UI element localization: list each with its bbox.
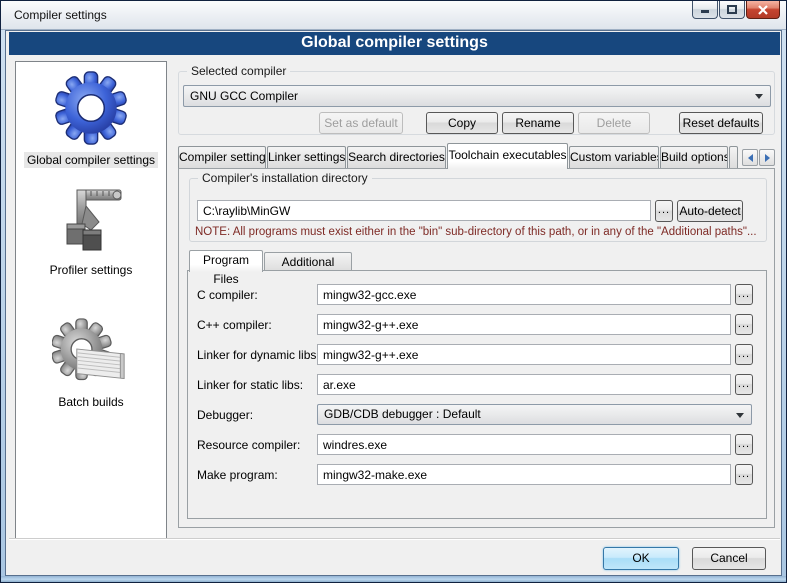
maximize-icon (727, 5, 737, 14)
compiler-select-value: GNU GCC Compiler (190, 89, 298, 103)
sidebar-item-label: Global compiler settings (24, 152, 158, 168)
ok-button[interactable]: OK (603, 547, 679, 570)
cpp-compiler-browse-button[interactable]: ... (735, 314, 753, 335)
linker-static-browse-button[interactable]: ... (735, 374, 753, 395)
sidebar-item-label: Batch builds (55, 394, 126, 410)
footer-divider (9, 538, 780, 540)
tab-search-directories[interactable]: Search directories (347, 146, 446, 169)
debugger-label: Debugger: (197, 408, 253, 422)
window-frame-bottom (1, 576, 786, 582)
page-title: Global compiler settings (9, 32, 780, 55)
arrow-left-icon (748, 154, 753, 162)
minimize-button[interactable] (692, 1, 718, 19)
linker-static-input[interactable] (317, 374, 731, 395)
set-as-default-button[interactable]: Set as default (319, 112, 403, 134)
installation-directory-group-label: Compiler's installation directory (198, 171, 372, 185)
cpp-compiler-label: C++ compiler: (197, 318, 272, 332)
browse-directory-button[interactable]: ... (655, 200, 673, 222)
sidebar-item-global-compiler-settings[interactable]: Global compiler settings (16, 70, 166, 168)
debugger-select-value: GDB/CDB debugger : Default (324, 407, 481, 421)
caliper-icon (55, 182, 127, 256)
rename-button[interactable]: Rename (502, 112, 574, 134)
settings-category-list: Global compiler settings Profiler s (15, 61, 167, 539)
tab-compiler-settings[interactable]: Compiler settings (178, 146, 266, 169)
make-program-input[interactable] (317, 464, 731, 485)
close-button[interactable] (746, 1, 780, 19)
resource-compiler-input[interactable] (317, 434, 731, 455)
gray-gear-stack-icon (52, 318, 130, 388)
tab-custom-variables[interactable]: Custom variables (569, 146, 659, 169)
linker-dynamic-browse-button[interactable]: ... (735, 344, 753, 365)
cpp-compiler-input[interactable] (317, 314, 731, 335)
compiler-select[interactable]: GNU GCC Compiler (183, 85, 771, 107)
tab-scroll-right-button[interactable] (759, 149, 775, 166)
c-compiler-input[interactable] (317, 284, 731, 305)
window-frame-right (782, 30, 786, 582)
chevron-down-icon (755, 94, 763, 99)
tab-build-options[interactable]: Build options (660, 146, 728, 169)
titlebar[interactable]: Compiler settings (1, 1, 786, 30)
sidebar-item-label: Profiler settings (47, 262, 136, 278)
make-program-browse-button[interactable]: ... (735, 464, 753, 485)
window-title: Compiler settings (14, 8, 107, 22)
reset-defaults-button[interactable]: Reset defaults (679, 112, 763, 134)
linker-static-label: Linker for static libs: (197, 378, 303, 392)
window-controls (692, 1, 780, 19)
sidebar-item-profiler-settings[interactable]: Profiler settings (16, 182, 166, 278)
subtab-program-files[interactable]: Program Files (189, 250, 263, 272)
cancel-button[interactable]: Cancel (692, 547, 766, 570)
delete-button[interactable]: Delete (578, 112, 650, 134)
note-text: NOTE: All programs must exist either in … (195, 226, 757, 238)
compiler-settings-dialog: Compiler settings Global compiler settin… (0, 0, 787, 583)
arrow-right-icon (765, 154, 770, 162)
linker-dynamic-label: Linker for dynamic libs: (197, 348, 320, 362)
c-compiler-browse-button[interactable]: ... (735, 284, 753, 305)
copy-button[interactable]: Copy (426, 112, 498, 134)
selected-compiler-group-label: Selected compiler (187, 64, 290, 78)
chevron-down-icon (736, 413, 744, 418)
linker-dynamic-input[interactable] (317, 344, 731, 365)
minimize-icon (700, 5, 710, 14)
tab-toolchain-executables[interactable]: Toolchain executables (447, 143, 568, 169)
tab-linker-settings[interactable]: Linker settings (267, 146, 346, 169)
tab-scroll-left-button[interactable] (742, 149, 758, 166)
close-icon (757, 5, 769, 15)
installation-directory-input[interactable] (197, 200, 651, 221)
tab-overflow-sliver (729, 146, 738, 169)
c-compiler-label: C compiler: (197, 288, 258, 302)
debugger-select[interactable]: GDB/CDB debugger : Default (317, 404, 752, 425)
resource-compiler-browse-button[interactable]: ... (735, 434, 753, 455)
sidebar-item-batch-builds[interactable]: Batch builds (16, 318, 166, 410)
make-program-label: Make program: (197, 468, 278, 482)
blue-gear-icon (53, 70, 129, 146)
auto-detect-button[interactable]: Auto-detect (677, 200, 743, 222)
resource-compiler-label: Resource compiler: (197, 438, 300, 452)
maximize-button[interactable] (719, 1, 745, 19)
